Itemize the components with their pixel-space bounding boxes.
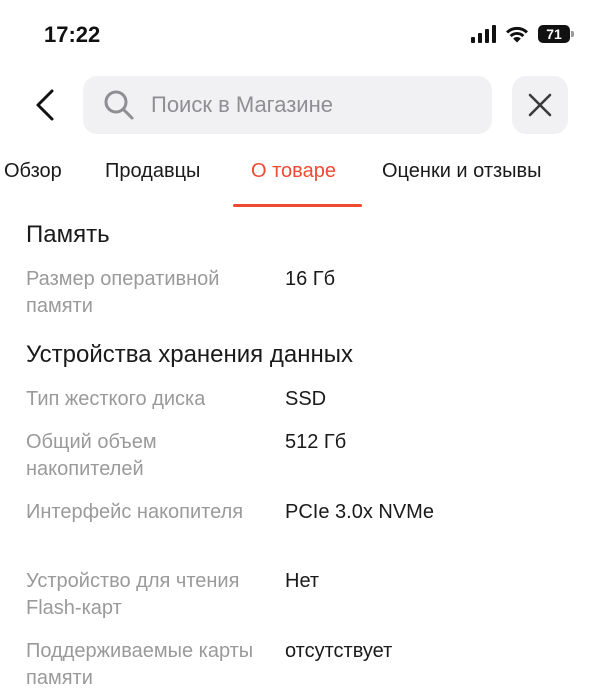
back-button[interactable] — [28, 84, 62, 126]
spec-value: 512 Гб — [285, 431, 347, 453]
tab-sellers[interactable]: Продавцы — [105, 160, 200, 183]
section-title-storage: Устройства хранения данных — [26, 341, 353, 368]
spec-value: SSD — [285, 388, 327, 410]
search-input[interactable]: Поиск в Магазине — [83, 76, 492, 134]
close-button[interactable] — [512, 76, 568, 134]
search-icon — [104, 90, 134, 120]
spec-value: PCIe 3.0x NVMe — [285, 501, 434, 523]
top-bar: Поиск в Магазине — [0, 76, 594, 134]
status-time: 17:22 — [44, 22, 101, 47]
wifi-icon — [506, 26, 528, 43]
status-icons: 71 — [471, 24, 574, 44]
spec-value: 16 Гб — [285, 268, 336, 290]
spec-value: отсутствует — [285, 640, 393, 662]
spec-label: Интерфейс накопителя — [26, 501, 244, 523]
product-details-screen: 17:22 71 Поиск в Магазине Обзор Продавцы… — [0, 0, 594, 700]
battery-level: 71 — [546, 26, 562, 42]
product-tabs: Обзор Продавцы О товаре Оценки и отзывы — [0, 146, 594, 208]
signal-icon — [471, 25, 496, 43]
spec-label: Общий объем накопителей — [26, 431, 157, 480]
spec-value: Нет — [285, 570, 320, 592]
status-bar: 17:22 71 — [0, 0, 594, 72]
spec-label: Размер оперативной памяти — [26, 268, 220, 317]
spec-label: Тип жесткого диска — [26, 388, 206, 410]
battery-icon: 71 — [538, 25, 574, 43]
section-title-memory: Память — [26, 221, 110, 248]
spec-label: Поддерживаемые карты памяти — [26, 640, 254, 689]
close-icon — [528, 93, 552, 117]
tab-overview[interactable]: Обзор — [4, 160, 62, 183]
tab-reviews[interactable]: Оценки и отзывы — [382, 160, 542, 183]
chevron-left-icon — [36, 89, 54, 121]
spec-label: Устройство для чтения Flash-карт — [26, 570, 240, 619]
tab-about-product[interactable]: О товаре — [251, 160, 336, 183]
search-placeholder: Поиск в Магазине — [151, 92, 333, 117]
active-tab-indicator — [233, 204, 362, 207]
